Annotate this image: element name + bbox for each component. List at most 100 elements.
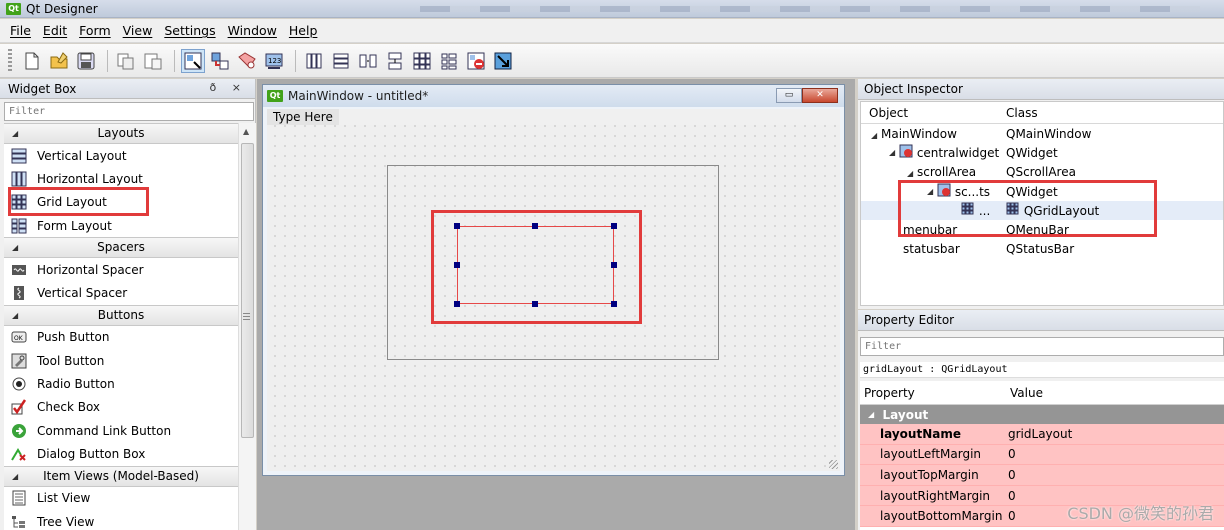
property-value[interactable]: 0 bbox=[1008, 489, 1016, 503]
form-menubar bbox=[267, 109, 840, 125]
size-grip-icon[interactable] bbox=[829, 460, 838, 469]
property-value[interactable]: 0 bbox=[1008, 468, 1016, 482]
category-item-views[interactable]: ◢ Item Views (Model-Based) bbox=[4, 465, 238, 487]
list-view-icon bbox=[10, 489, 28, 507]
grid-layout-icon[interactable] bbox=[410, 49, 434, 73]
radio-button-icon bbox=[10, 375, 28, 393]
menu-bar: File Edit Form View Settings Window Help bbox=[0, 19, 1224, 43]
expand-triangle-icon: ◢ bbox=[12, 129, 19, 138]
sub-window-title-bar[interactable]: Qt MainWindow - untitled* ▭ ✕ bbox=[263, 85, 844, 107]
widget-item-tree-view[interactable]: Tree View bbox=[4, 510, 238, 530]
scrollbar-thumb[interactable] bbox=[241, 143, 254, 438]
menu-file[interactable]: File bbox=[4, 23, 37, 38]
title-bar-decoration bbox=[420, 6, 1200, 12]
menu-help[interactable]: Help bbox=[283, 23, 324, 38]
object-name: statusbar bbox=[903, 242, 960, 257]
widget-item-vertical-layout[interactable]: Vertical Layout bbox=[4, 144, 238, 167]
object-class: QScrollArea bbox=[1006, 165, 1076, 180]
toolbar-grip[interactable] bbox=[8, 48, 12, 73]
toolbar-separator bbox=[107, 49, 108, 72]
widget-item-push-button[interactable]: OK Push Button bbox=[4, 326, 238, 349]
widget-item-radio-button[interactable]: Radio Button bbox=[4, 372, 238, 395]
type-here-menu[interactable]: Type Here bbox=[267, 109, 339, 125]
horizontal-layout-icon bbox=[10, 170, 28, 188]
widget-item-label: Command Link Button bbox=[37, 423, 172, 438]
category-label: Spacers bbox=[97, 240, 145, 255]
widget-item-form-layout[interactable]: Form Layout bbox=[4, 214, 238, 237]
edit-signals-icon[interactable] bbox=[208, 49, 232, 73]
minimize-icon[interactable]: ▭ bbox=[776, 88, 802, 103]
menu-window[interactable]: Window bbox=[222, 23, 283, 38]
new-form-icon[interactable] bbox=[20, 49, 44, 73]
widget-item-label: Push Button bbox=[37, 330, 110, 345]
watermark: CSDN @微笑的孙君 bbox=[1067, 504, 1214, 523]
property-value[interactable]: 0 bbox=[1008, 447, 1016, 461]
category-layouts[interactable]: ◢ Layouts bbox=[4, 123, 238, 144]
category-label: Item Views (Model-Based) bbox=[43, 468, 199, 483]
menu-settings[interactable]: Settings bbox=[158, 23, 221, 38]
tree-row-centralwidget[interactable]: ◢ centralwidget QWidget bbox=[861, 143, 1223, 162]
form-canvas[interactable]: Type Here bbox=[267, 109, 840, 471]
widget-item-vertical-spacer[interactable]: Vertical Spacer bbox=[4, 281, 238, 304]
break-layout-icon[interactable] bbox=[464, 49, 488, 73]
property-value[interactable]: 0 bbox=[1008, 509, 1016, 523]
float-close-icon[interactable]: ð × bbox=[210, 81, 247, 94]
menu-edit[interactable]: Edit bbox=[37, 23, 73, 38]
widget-filter-input[interactable] bbox=[4, 102, 254, 121]
copy-icon[interactable] bbox=[114, 49, 138, 73]
property-row-layoutleftmargin[interactable]: layoutLeftMargin 0 bbox=[860, 444, 1224, 466]
scroll-up-icon[interactable]: ▲ bbox=[243, 127, 249, 136]
category-spacers[interactable]: ◢ Spacers bbox=[4, 237, 238, 259]
category-label: Layouts bbox=[97, 126, 145, 140]
widget-layout-broken-icon bbox=[899, 144, 913, 161]
property-filter-input[interactable] bbox=[860, 337, 1224, 356]
widget-item-horizontal-spacer[interactable]: Horizontal Spacer bbox=[4, 258, 238, 281]
edit-tab-order-icon[interactable]: 123 bbox=[262, 49, 286, 73]
form-layout-icon bbox=[10, 217, 28, 235]
widget-item-tool-button[interactable]: Tool Button bbox=[4, 349, 238, 372]
widget-box-scrollbar[interactable]: ▲ bbox=[238, 123, 256, 530]
widget-item-label: Vertical Layout bbox=[37, 148, 127, 163]
object-class: QWidget bbox=[1006, 145, 1058, 160]
tree-row-scrollarea[interactable]: ◢ scrollArea QScrollArea bbox=[861, 163, 1223, 182]
tree-row-statusbar[interactable]: statusbar QStatusBar bbox=[861, 240, 1223, 259]
paste-icon[interactable] bbox=[141, 49, 165, 73]
widget-item-list-view[interactable]: List View bbox=[4, 487, 238, 510]
tree-row-mainwindow[interactable]: ◢ MainWindow QMainWindow bbox=[861, 124, 1223, 143]
widget-item-label: Dialog Button Box bbox=[37, 446, 146, 461]
widget-item-command-link-button[interactable]: Command Link Button bbox=[4, 419, 238, 442]
form-sub-window[interactable]: Qt MainWindow - untitled* ▭ ✕ Type Here bbox=[262, 84, 845, 476]
column-value[interactable]: Value bbox=[1010, 386, 1043, 400]
widget-item-dialog-button-box[interactable]: Dialog Button Box bbox=[4, 442, 238, 465]
edit-widgets-icon[interactable] bbox=[181, 48, 205, 73]
lay-out-horizontally-icon[interactable] bbox=[302, 49, 326, 73]
object-tree: Object Class ◢ MainWindow QMainWindow ◢ … bbox=[860, 101, 1224, 306]
open-form-icon[interactable] bbox=[47, 49, 71, 73]
property-row-layoutname[interactable]: layoutName gridLayout bbox=[860, 424, 1224, 445]
edit-buddies-icon[interactable] bbox=[235, 49, 259, 73]
menu-form[interactable]: Form bbox=[73, 23, 117, 38]
form-layout-icon[interactable] bbox=[437, 49, 461, 73]
column-property[interactable]: Property bbox=[864, 386, 915, 400]
column-class[interactable]: Class bbox=[1006, 106, 1038, 120]
category-buttons[interactable]: ◢ Buttons bbox=[4, 304, 238, 326]
property-value[interactable]: gridLayout bbox=[1008, 427, 1072, 441]
adjust-size-icon[interactable] bbox=[491, 49, 515, 73]
object-name: centralwidget bbox=[916, 145, 1000, 160]
property-section-layout[interactable]: ◢ Layout bbox=[860, 405, 1224, 424]
tool-button-icon bbox=[10, 352, 28, 370]
property-table-header: Property Value bbox=[860, 381, 1224, 405]
mdi-area: Qt MainWindow - untitled* ▭ ✕ Type Here bbox=[257, 79, 855, 530]
column-object[interactable]: Object bbox=[869, 106, 908, 120]
splitter-vertical-icon[interactable] bbox=[383, 49, 407, 73]
object-class: QMainWindow bbox=[1006, 126, 1092, 141]
widget-item-check-box[interactable]: Check Box bbox=[4, 396, 238, 419]
lay-out-vertically-icon[interactable] bbox=[329, 49, 353, 73]
property-row-layouttopmargin[interactable]: layoutTopMargin 0 bbox=[860, 465, 1224, 486]
save-form-icon[interactable] bbox=[74, 49, 98, 73]
splitter-horizontal-icon[interactable] bbox=[356, 49, 380, 73]
push-button-icon: OK bbox=[10, 328, 28, 346]
close-icon[interactable]: ✕ bbox=[802, 88, 838, 103]
menu-view[interactable]: View bbox=[117, 23, 159, 38]
selected-object-class: gridLayout : QGridLayout bbox=[860, 362, 1224, 378]
